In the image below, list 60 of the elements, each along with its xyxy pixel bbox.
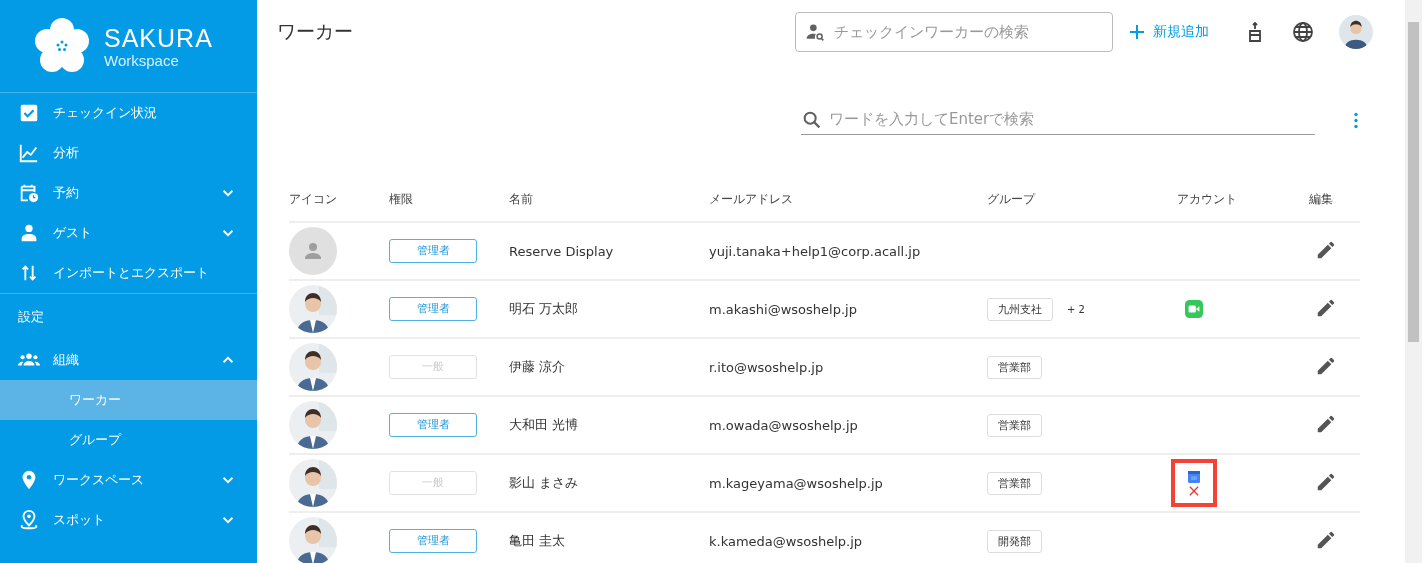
role-badge: 管理者 (389, 239, 477, 263)
nav-item[interactable]: 組織 (0, 340, 257, 380)
nav-subitem[interactable]: ワーカー (0, 380, 257, 420)
name-cell: 明石 万太郎 (509, 301, 579, 316)
email-cell: m.owada@wsoshelp.jp (709, 417, 858, 433)
group-tag: 営業部 (987, 355, 1042, 379)
name-cell: Reserve Display (509, 243, 614, 259)
checkin-search-field[interactable]: チェックインワーカーの検索 (795, 12, 1113, 52)
calendar-icon (1187, 470, 1201, 483)
nav-item[interactable]: スポット (0, 500, 257, 540)
calendar-clock-icon (18, 182, 40, 204)
column-header: アカウント (1177, 191, 1237, 206)
page-title: ワーカー (277, 19, 354, 44)
brand-name: SAKURA (104, 23, 213, 52)
role-badge: 管理者 (389, 413, 477, 437)
role-badge: 管理者 (389, 529, 477, 553)
video-call-icon (1185, 300, 1203, 318)
email-cell: m.akashi@wsoshelp.jp (709, 301, 857, 317)
email-cell: r.ito@wsoshelp.jp (709, 359, 824, 375)
person-search-icon (805, 22, 825, 42)
group-tag: 営業部 (987, 471, 1042, 495)
scrollbar[interactable] (1405, 0, 1422, 563)
line-chart-icon (18, 142, 40, 164)
brand-subtitle: Workspace (104, 51, 180, 69)
nav-item[interactable]: ワークスペース (0, 460, 257, 500)
avatar-placeholder-icon (289, 227, 337, 275)
column-header: グループ (987, 191, 1035, 206)
column-header: メールアドレス (709, 191, 793, 206)
name-cell: 影山 まさみ (509, 475, 579, 490)
name-cell: 大和田 光博 (509, 417, 579, 432)
more-options-icon[interactable] (1353, 112, 1359, 129)
group-tag: 九州支社 (987, 297, 1053, 321)
name-cell: 亀田 圭太 (509, 533, 566, 548)
role-badge: 管理者 (389, 297, 477, 321)
nav-item[interactable]: インポートとエクスポート (0, 253, 257, 293)
column-header: 名前 (509, 191, 533, 206)
name-cell: 伊藤 涼介 (509, 359, 566, 374)
checkbox-icon (18, 102, 40, 124)
email-cell: yuji.tanaka+help1@corp.acall.jp (709, 243, 921, 259)
nav-item[interactable]: 予約 (0, 173, 257, 213)
column-header: 権限 (389, 191, 413, 206)
error-x-icon (1189, 485, 1199, 496)
nav-item[interactable]: チェックイン状況 (0, 93, 257, 133)
add-new-button[interactable]: 新規追加 (1125, 19, 1213, 45)
nav-subitem[interactable]: グループ (0, 420, 257, 460)
email-cell: k.kameda@wsoshelp.jp (709, 533, 863, 549)
search-icon (801, 109, 823, 131)
search-field[interactable]: ワードを入力してEnterで検索 (801, 106, 1315, 135)
section-title: 設定 (17, 308, 45, 326)
group-tag: 営業部 (987, 413, 1042, 437)
globe-icon[interactable] (1291, 20, 1315, 44)
location-spot-icon (18, 509, 40, 531)
more-groups-count: + 2 (1067, 303, 1085, 315)
column-header: アイコン (289, 191, 337, 206)
group-tag: 開発部 (987, 529, 1042, 553)
email-cell: m.kageyama@wsoshelp.jp (709, 475, 883, 491)
nav-item[interactable]: ゲスト (0, 213, 257, 253)
nav-item[interactable]: 分析 (0, 133, 257, 173)
column-header: 編集 (1309, 191, 1333, 206)
plus-icon (1129, 24, 1145, 40)
